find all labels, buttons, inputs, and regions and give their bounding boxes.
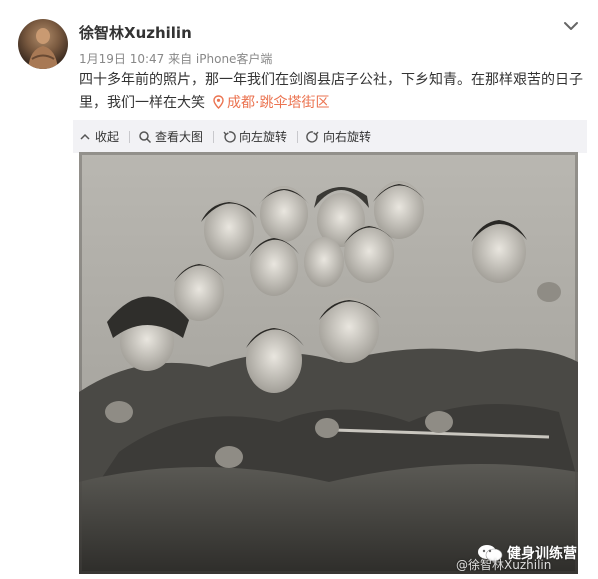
location-link[interactable]: 成都·跳伞塔街区 [227,95,329,111]
group-photo-image [79,152,578,574]
collapse-icon [78,130,92,144]
rotate-right-label: 向右旋转 [323,130,372,144]
rotate-right-icon [306,130,320,144]
toolbar-divider [213,130,215,143]
rotate-left-button[interactable]: 向左旋转 [222,128,293,145]
rotate-left-label: 向左旋转 [239,130,288,144]
view-large-button[interactable]: 查看大图 [138,128,209,145]
collapse-button[interactable]: 收起 [78,128,125,145]
view-large-label: 查看大图 [155,130,204,144]
chevron-down-icon[interactable] [562,18,580,32]
zoom-icon [138,130,152,144]
post-body: 四十多年前的照片，那一年我们在剑阁县店子公社，下乡知青。在那样艰苦的日子里，我们… [79,72,583,111]
rotate-left-icon [222,130,236,144]
watermark-handle: @徐智林Xuzhilin [456,558,552,572]
post-photo[interactable] [79,152,578,574]
rotate-right-button[interactable]: 向右旋转 [306,128,377,145]
weibo-post: 徐智林Xuzhilin 1月19日 10:47 来自 iPhone客户端 四十多… [0,0,598,579]
post-meta: 1月19日 10:47 来自 iPhone客户端 [79,52,273,66]
username[interactable]: 徐智林Xuzhilin [79,22,192,43]
post-text: 四十多年前的照片，那一年我们在剑阁县店子公社，下乡知青。在那样艰苦的日子里，我们… [79,69,584,117]
avatar[interactable] [18,19,68,69]
image-toolbar: 收起 查看大图 向左旋转 向右旋转 [73,120,587,153]
toolbar-divider [129,130,131,143]
location-pin-icon [213,94,224,117]
collapse-label: 收起 [95,130,120,144]
toolbar-divider [297,130,299,143]
